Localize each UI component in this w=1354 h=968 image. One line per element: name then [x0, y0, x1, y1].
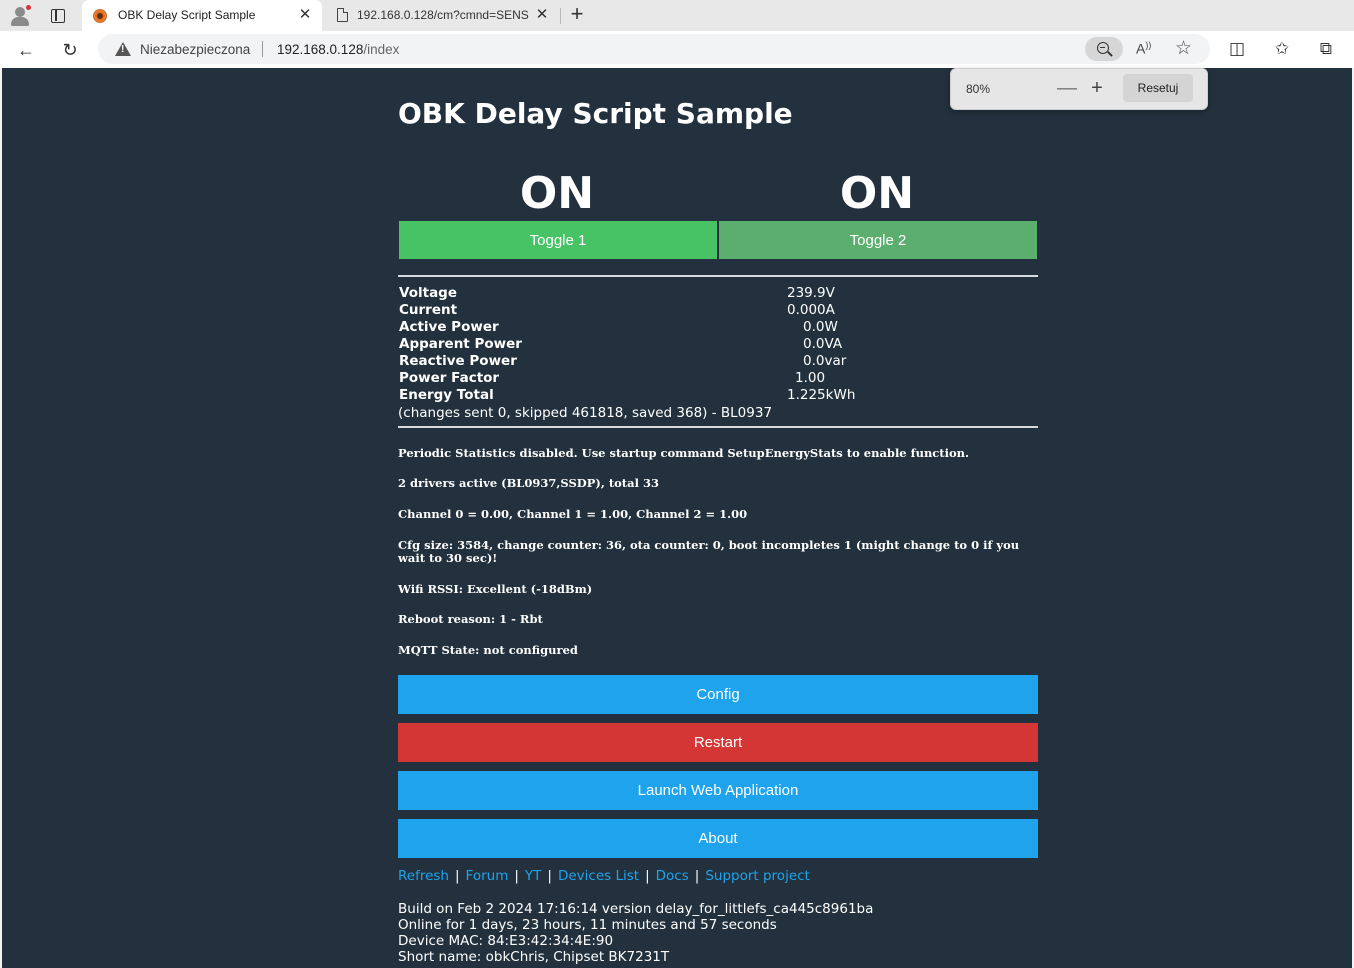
security-label[interactable]: Niezabezpieczona: [140, 42, 250, 57]
tab-separator: [560, 8, 561, 24]
refresh-icon[interactable]: ↻: [57, 37, 83, 63]
close-tab-icon[interactable]: ✕: [296, 6, 314, 24]
measurement-value: 0.0VA: [803, 336, 843, 352]
navigation-bar: ← ↻ Niezabezpieczona 192.168.0.128/index…: [0, 31, 1354, 68]
magnifier-icon: [1097, 42, 1109, 54]
yt-link[interactable]: YT: [525, 868, 542, 884]
launch-web-app-button[interactable]: Launch Web Application: [398, 771, 1038, 810]
favorites-icon[interactable]: ✩: [1272, 39, 1292, 59]
devices-list-link[interactable]: Devices List: [558, 868, 639, 884]
measurement-label: Energy Total: [399, 387, 494, 403]
tab-title: 192.168.0.128/cm?cmnd=SENSOR: [357, 8, 529, 22]
url-text[interactable]: 192.168.0.128/index: [277, 42, 399, 57]
measurement-label: Apparent Power: [399, 336, 522, 352]
tab-title: OBK Delay Script Sample: [118, 8, 256, 22]
collections-icon[interactable]: ⧉: [1316, 39, 1336, 59]
mac-line: Device MAC: 84:E3:42:34:4E:90: [398, 933, 614, 949]
channel-1-state: ON: [519, 168, 595, 219]
docs-link[interactable]: Docs: [656, 868, 689, 884]
measurement-row: Apparent Power 0.0VA: [399, 336, 1037, 353]
toggle-1-button[interactable]: Toggle 1: [399, 221, 717, 259]
channel-2-state: ON: [839, 168, 915, 219]
drivers-info: 2 drivers active (BL0937,SSDP), total 33: [398, 476, 659, 490]
document-icon: [337, 8, 348, 22]
tab-bar: OBK Delay Script Sample ✕ 192.168.0.128/…: [0, 0, 1354, 31]
close-tab-icon[interactable]: ✕: [533, 6, 551, 24]
periodic-stats-info: Periodic Statistics disabled. Use startu…: [398, 446, 970, 460]
read-aloud-icon[interactable]: A)): [1136, 40, 1151, 57]
build-line: Build on Feb 2 2024 17:16:14 version del…: [398, 901, 874, 917]
forum-link[interactable]: Forum: [466, 868, 509, 884]
uptime-line: Online for 1 days, 23 hours, 11 minutes …: [398, 917, 777, 933]
measurement-label: Voltage: [399, 285, 457, 301]
split-screen-icon[interactable]: ◫: [1227, 39, 1247, 59]
measurement-label: Power Factor: [399, 370, 500, 386]
measurement-value: 0.0W: [803, 319, 838, 335]
tab-obk-delay-script[interactable]: OBK Delay Script Sample ✕: [82, 0, 322, 31]
cfg-info: Cfg size: 3584, change counter: 36, ota …: [398, 538, 1020, 565]
zoom-popup: 80% — + Resetuj: [950, 68, 1208, 110]
measurement-row: Energy Total 1.225kWh: [399, 387, 1037, 404]
changes-summary: (changes sent 0, skipped 461818, saved 3…: [398, 405, 773, 421]
measurement-row: Active Power 0.0W: [399, 319, 1037, 336]
divider: [398, 426, 1038, 428]
address-bar[interactable]: Niezabezpieczona 192.168.0.128/index A))…: [98, 34, 1210, 64]
measurement-value: 0.000A: [787, 302, 835, 318]
mqtt-info: MQTT State: not configured: [398, 643, 578, 657]
zoom-out-button[interactable]: —: [1057, 75, 1077, 101]
measurement-row: Power Factor 1.00: [399, 370, 1037, 387]
back-arrow-icon[interactable]: ←: [13, 37, 39, 63]
profile-icon[interactable]: [8, 4, 32, 28]
link-separator: |: [547, 868, 552, 884]
zoom-in-button[interactable]: +: [1087, 75, 1107, 101]
tab-actions-icon[interactable]: [46, 5, 70, 27]
measurements-table: Voltage 239.9V Current 0.000A Active Pow…: [399, 285, 1037, 404]
toggle-2-button[interactable]: Toggle 2: [719, 221, 1037, 259]
about-button[interactable]: About: [398, 819, 1038, 858]
new-tab-icon[interactable]: +: [566, 3, 588, 26]
link-separator: |: [454, 868, 460, 884]
measurement-row: Voltage 239.9V: [399, 285, 1037, 302]
measurement-label: Active Power: [399, 319, 499, 335]
wifi-info: Wifi RSSI: Excellent (-18dBm): [398, 582, 593, 596]
tab-sensor-command[interactable]: 192.168.0.128/cm?cmnd=SENSOR ✕: [325, 0, 557, 31]
zoom-button[interactable]: [1085, 37, 1123, 61]
support-project-link[interactable]: Support project: [705, 868, 810, 884]
warning-icon[interactable]: [115, 42, 131, 56]
measurement-value: 239.9V: [787, 285, 835, 301]
restart-button[interactable]: Restart: [398, 723, 1038, 762]
build-info: Build on Feb 2 2024 17:16:14 version del…: [398, 901, 873, 965]
site-favicon-icon: [93, 9, 107, 23]
short-name-line: Short name: obkChris, Chipset BK7231T: [398, 949, 670, 965]
reboot-info: Reboot reason: 1 - Rbt: [398, 612, 543, 626]
measurement-value: 1.225kWh: [787, 387, 856, 403]
page-title: OBK Delay Script Sample: [398, 97, 793, 130]
measurement-row: Reactive Power 0.0var: [399, 353, 1037, 370]
link-separator: |: [694, 868, 700, 884]
refresh-link[interactable]: Refresh: [398, 868, 449, 884]
page-viewport: OBK Delay Script Sample ON ON Toggle 1 T…: [2, 68, 1352, 968]
measurement-label: Current: [399, 302, 458, 318]
measurement-value: 1.00: [795, 370, 826, 386]
zoom-reset-button[interactable]: Resetuj: [1123, 74, 1193, 102]
link-separator: |: [645, 868, 650, 884]
star-icon[interactable]: ☆: [1175, 37, 1192, 60]
measurement-row: Current 0.000A: [399, 302, 1037, 319]
measurement-value: 0.0var: [803, 353, 847, 369]
link-separator: |: [514, 868, 519, 884]
measurement-label: Reactive Power: [399, 353, 517, 369]
config-button[interactable]: Config: [398, 675, 1038, 714]
address-divider: [262, 41, 263, 57]
zoom-level: 80%: [966, 82, 991, 96]
footer-links: Refresh | Forum | YT | Devices List | Docs | Suppo…: [398, 868, 810, 884]
divider: [398, 275, 1038, 277]
channels-info: Channel 0 = 0.00, Channel 1 = 1.00, Chan…: [398, 507, 748, 521]
